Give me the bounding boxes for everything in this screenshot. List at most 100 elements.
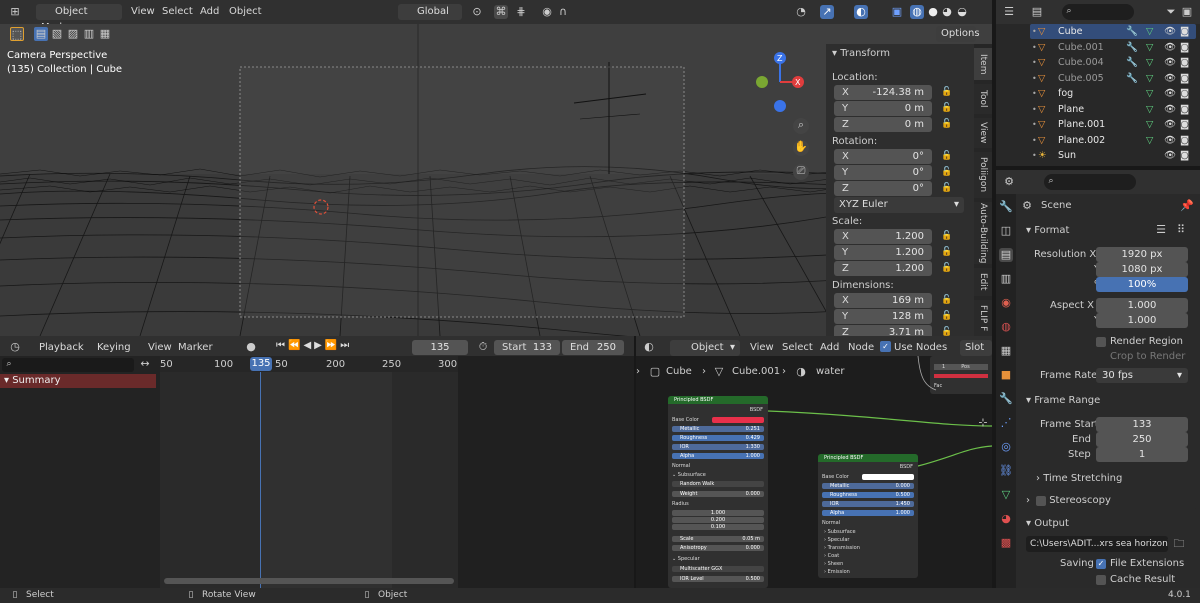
node2-panel[interactable]: › Coat — [824, 553, 839, 560]
rotation-x-field[interactable]: X 0° — [834, 149, 932, 164]
resolution-percent-field[interactable]: 100% — [1096, 277, 1188, 292]
rotation-z-field[interactable]: Z 0° — [834, 181, 932, 196]
material-tab-icon[interactable]: ◕ — [999, 512, 1013, 526]
current-frame-field[interactable]: 135 — [412, 340, 468, 355]
gizmo-icon[interactable]: ↗ — [820, 5, 834, 19]
playhead-frame[interactable]: 135 — [250, 357, 272, 371]
world-tab-icon[interactable]: ◍ — [999, 320, 1013, 334]
node1-ior-level[interactable]: IOR Level 0.500 — [672, 576, 764, 582]
tab-tool[interactable]: Tool — [974, 84, 992, 114]
node1-multiscatter[interactable]: Multiscatter GGX — [672, 566, 764, 572]
lock-icon[interactable]: 🔓 — [940, 181, 954, 195]
node1-anisotropy[interactable]: Anisotropy 0.000 — [672, 545, 764, 551]
node-editor-canvas[interactable]: › ▢ Cube › ▽ Cube.001 › ◑ water 1 Pos Fac… — [636, 356, 992, 588]
frame-start-field[interactable]: 133 — [1096, 417, 1188, 432]
output-path-field[interactable]: C:\Users\ADIT...xrs sea horizon\ — [1026, 536, 1168, 552]
properties-search[interactable]: ⌕ — [1044, 174, 1136, 190]
node-field[interactable]: IOR 1.330 — [672, 444, 764, 450]
camera-icon[interactable]: ◙ — [1180, 55, 1189, 70]
node1-scale[interactable]: Scale 0.05 m — [672, 536, 764, 542]
eye-icon[interactable]: 👁 — [1164, 133, 1176, 148]
resolution-x-field[interactable]: 1920 px — [1096, 247, 1188, 262]
swap-icon[interactable]: ↔ — [138, 357, 152, 371]
menu-view[interactable]: View — [131, 6, 155, 17]
outliner-row[interactable]: • ▽ Cube.005 🔧 ▽ 👁 ◙ — [1030, 71, 1196, 86]
camera-icon[interactable]: ◙ — [1180, 24, 1189, 39]
properties-type-icon[interactable]: ⚙ — [1002, 175, 1016, 189]
wireframe-shading-icon[interactable]: ◍ — [910, 5, 924, 19]
material-shading-icon[interactable]: ◕ — [940, 5, 954, 19]
camera-icon[interactable]: ◙ — [1180, 71, 1189, 86]
timeline-search[interactable]: ⌕ — [2, 358, 134, 372]
collection-tab-icon[interactable]: ▦ — [999, 344, 1013, 358]
physics-tab-icon[interactable]: ◎ — [999, 440, 1013, 454]
select-intersect-icon[interactable]: ▦ — [98, 27, 112, 41]
dimensions-x-field[interactable]: X 169 m — [834, 293, 932, 308]
select-tool-icon[interactable]: ⬚ — [10, 27, 24, 41]
eye-icon[interactable]: 👁 — [1164, 40, 1176, 55]
outliner-row[interactable]: • ▽ fog ▽ 👁 ◙ — [1030, 86, 1196, 101]
lock-icon[interactable]: 🔓 — [940, 117, 954, 131]
preview-range-icon[interactable]: ⏱ — [476, 340, 490, 354]
lock-icon[interactable]: 🔓 — [940, 245, 954, 259]
eye-icon[interactable]: 👁 — [1164, 55, 1176, 70]
lock-icon[interactable]: 🔓 — [940, 261, 954, 275]
eye-icon[interactable]: 👁 — [1164, 117, 1176, 132]
tab-poliigon[interactable]: Poliigon — [974, 152, 992, 198]
tab-edit[interactable]: Edit — [974, 268, 992, 296]
expand-dot[interactable]: • — [1032, 24, 1037, 39]
node-menu-view[interactable]: View — [750, 342, 774, 353]
outliner-row[interactable]: • ☀ Sun 👁 ◙ — [1030, 148, 1196, 163]
zoom-icon[interactable]: ⌕ — [793, 118, 809, 134]
aspect-x-field[interactable]: 1.000 — [1096, 298, 1188, 313]
node2-panel[interactable]: › Emission — [824, 569, 850, 576]
particles-tab-icon[interactable]: ⋰ — [999, 416, 1013, 430]
eye-icon[interactable]: 👁 — [1164, 102, 1176, 117]
texture-tab-icon[interactable]: ▩ — [999, 536, 1013, 550]
time-stretching-toggle[interactable]: › Time Stretching — [1036, 473, 1122, 484]
eye-icon[interactable]: 👁 — [1164, 148, 1176, 163]
node-field[interactable]: Alpha 1.000 — [822, 510, 914, 516]
cache-result-checkbox[interactable] — [1096, 575, 1106, 585]
stereoscopy-panel[interactable]: › Stereoscopy — [1020, 492, 1196, 510]
lock-icon[interactable]: 🔓 — [940, 85, 954, 99]
node1-radius-z[interactable]: 0.100 — [672, 524, 764, 530]
outliner-row[interactable]: • ▽ Plane.001 ▽ 👁 ◙ — [1030, 117, 1196, 132]
data-tab-icon[interactable]: ▽ — [999, 488, 1013, 502]
outliner-row[interactable]: • ▽ Cube.001 🔧 ▽ 👁 ◙ — [1030, 40, 1196, 55]
output-title[interactable]: ▾ Output — [1026, 518, 1069, 529]
playback-menu[interactable]: Playback ▾ — [34, 340, 92, 369]
view-layer-tab-icon[interactable]: ▥ — [999, 272, 1013, 286]
xray-icon[interactable]: ▣ — [890, 5, 904, 19]
frame-step-field[interactable]: 1 — [1096, 447, 1188, 462]
visibility-icon[interactable]: ◔ — [794, 5, 808, 19]
output-tab-icon[interactable]: ▤ — [999, 248, 1013, 262]
scale-z-field[interactable]: Z 1.200 — [834, 261, 932, 276]
node2-panel[interactable]: › Subsurface — [824, 529, 856, 536]
node2-panel[interactable]: › Sheen — [824, 561, 843, 568]
camera-icon[interactable]: ◙ — [1180, 133, 1189, 148]
scale-x-field[interactable]: X 1.200 — [834, 229, 932, 244]
menu-object[interactable]: Object — [229, 6, 262, 17]
location-x-field[interactable]: X -124.38 m — [834, 85, 932, 100]
timeline-menu-marker[interactable]: Marker — [178, 342, 213, 353]
drag-handle-icon[interactable]: ⠿ — [1174, 223, 1188, 237]
modifier-tab-icon[interactable]: 🔧 — [999, 392, 1013, 406]
frame-end-field[interactable]: 250 — [1096, 432, 1188, 447]
stereoscopy-checkbox[interactable] — [1036, 496, 1046, 506]
falloff-icon[interactable]: ∩ — [556, 5, 570, 19]
filter-icon[interactable]: ⏷ — [1164, 5, 1178, 19]
principled-bsdf-node-2[interactable]: Principled BSDF BSDF Base Color Metallic… — [818, 454, 918, 578]
shader-type-dropdown[interactable]: Object ▾ — [670, 340, 740, 356]
node-field[interactable]: Metallic 0.000 — [822, 483, 914, 489]
node-menu-add[interactable]: Add — [820, 342, 839, 353]
select-invert-icon[interactable]: ▥ — [82, 27, 96, 41]
menu-add[interactable]: Add — [200, 6, 219, 17]
timeline-scrollbar[interactable] — [164, 578, 454, 584]
eye-icon[interactable]: 👁 — [1164, 86, 1176, 101]
tab-view[interactable]: View — [974, 118, 992, 148]
node1-base-color-swatch[interactable] — [712, 417, 764, 423]
camera-icon[interactable]: ◙ — [1180, 148, 1189, 163]
select-subtract-icon[interactable]: ▨ — [66, 27, 80, 41]
select-new-icon[interactable]: ▤ — [34, 27, 48, 41]
